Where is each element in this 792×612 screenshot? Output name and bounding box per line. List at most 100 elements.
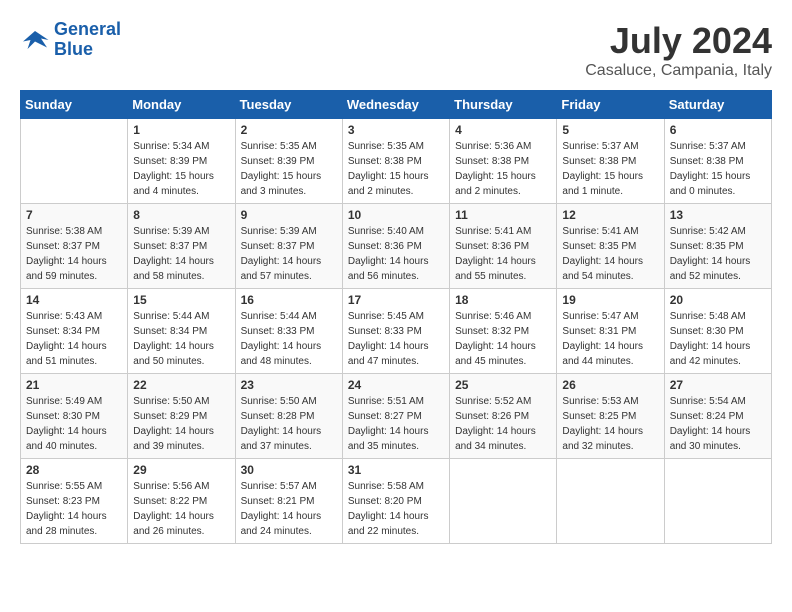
calendar-cell: 15 Sunrise: 5:44 AMSunset: 8:34 PMDayligh… <box>128 289 235 374</box>
day-info: Sunrise: 5:47 AMSunset: 8:31 PMDaylight:… <box>562 309 658 369</box>
calendar-cell: 20 Sunrise: 5:48 AMSunset: 8:30 PMDayligh… <box>664 289 771 374</box>
calendar-cell: 12 Sunrise: 5:41 AMSunset: 8:35 PMDayligh… <box>557 204 664 289</box>
day-number: 3 <box>348 123 444 137</box>
weekday-header: Thursday <box>450 91 557 119</box>
day-number: 13 <box>670 208 766 222</box>
day-number: 2 <box>241 123 337 137</box>
calendar-body: 1 Sunrise: 5:34 AMSunset: 8:39 PMDaylight… <box>21 119 772 544</box>
day-number: 18 <box>455 293 551 307</box>
calendar-cell: 10Sunrise: 5:40 AMSunset: 8:36 PMDayligh… <box>342 204 449 289</box>
calendar-cell: 9 Sunrise: 5:39 AMSunset: 8:37 PMDaylight… <box>235 204 342 289</box>
day-info: Sunrise: 5:41 AMSunset: 8:35 PMDaylight:… <box>562 224 658 284</box>
day-info: Sunrise: 5:43 AMSunset: 8:34 PMDaylight:… <box>26 309 122 369</box>
calendar-cell: 23 Sunrise: 5:50 AMSunset: 8:28 PMDayligh… <box>235 374 342 459</box>
calendar-cell: 2 Sunrise: 5:35 AMSunset: 8:39 PMDaylight… <box>235 119 342 204</box>
day-number: 11 <box>455 208 551 222</box>
calendar-week-row: 28 Sunrise: 5:55 AMSunset: 8:23 PMDayligh… <box>21 459 772 544</box>
day-number: 29 <box>133 463 229 477</box>
day-info: Sunrise: 5:42 AMSunset: 8:35 PMDaylight:… <box>670 224 766 284</box>
logo-text: General Blue <box>54 20 121 60</box>
day-info: Sunrise: 5:36 AMSunset: 8:38 PMDaylight:… <box>455 139 551 199</box>
day-number: 20 <box>670 293 766 307</box>
day-number: 15 <box>133 293 229 307</box>
calendar-cell: 1 Sunrise: 5:34 AMSunset: 8:39 PMDaylight… <box>128 119 235 204</box>
day-info: Sunrise: 5:35 AMSunset: 8:39 PMDaylight:… <box>241 139 337 199</box>
day-info: Sunrise: 5:44 AMSunset: 8:34 PMDaylight:… <box>133 309 229 369</box>
day-info: Sunrise: 5:37 AMSunset: 8:38 PMDaylight:… <box>670 139 766 199</box>
weekday-header: Friday <box>557 91 664 119</box>
weekday-header: Wednesday <box>342 91 449 119</box>
day-number: 12 <box>562 208 658 222</box>
calendar-cell: 11 Sunrise: 5:41 AMSunset: 8:36 PMDayligh… <box>450 204 557 289</box>
calendar-cell: 16Sunrise: 5:44 AMSunset: 8:33 PMDayligh… <box>235 289 342 374</box>
calendar-week-row: 21Sunrise: 5:49 AMSunset: 8:30 PMDayligh… <box>21 374 772 459</box>
page-header: General Blue July 2024 Casaluce, Campani… <box>20 20 772 80</box>
day-number: 23 <box>241 378 337 392</box>
calendar-cell: 27 Sunrise: 5:54 AMSunset: 8:24 PMDayligh… <box>664 374 771 459</box>
calendar-cell <box>557 459 664 544</box>
day-number: 25 <box>455 378 551 392</box>
calendar-cell: 17 Sunrise: 5:45 AMSunset: 8:33 PMDayligh… <box>342 289 449 374</box>
calendar-cell: 21Sunrise: 5:49 AMSunset: 8:30 PMDayligh… <box>21 374 128 459</box>
calendar-cell: 5 Sunrise: 5:37 AMSunset: 8:38 PMDaylight… <box>557 119 664 204</box>
day-number: 8 <box>133 208 229 222</box>
day-info: Sunrise: 5:40 AMSunset: 8:36 PMDaylight:… <box>348 224 444 284</box>
calendar-cell: 7 Sunrise: 5:38 AMSunset: 8:37 PMDaylight… <box>21 204 128 289</box>
day-info: Sunrise: 5:53 AMSunset: 8:25 PMDaylight:… <box>562 394 658 454</box>
calendar-cell: 30Sunrise: 5:57 AMSunset: 8:21 PMDayligh… <box>235 459 342 544</box>
day-info: Sunrise: 5:51 AMSunset: 8:27 PMDaylight:… <box>348 394 444 454</box>
day-info: Sunrise: 5:50 AMSunset: 8:28 PMDaylight:… <box>241 394 337 454</box>
calendar-cell: 14 Sunrise: 5:43 AMSunset: 8:34 PMDayligh… <box>21 289 128 374</box>
calendar-cell <box>450 459 557 544</box>
day-number: 16 <box>241 293 337 307</box>
day-info: Sunrise: 5:54 AMSunset: 8:24 PMDaylight:… <box>670 394 766 454</box>
day-info: Sunrise: 5:45 AMSunset: 8:33 PMDaylight:… <box>348 309 444 369</box>
day-info: Sunrise: 5:55 AMSunset: 8:23 PMDaylight:… <box>26 479 122 539</box>
day-number: 22 <box>133 378 229 392</box>
calendar-week-row: 1 Sunrise: 5:34 AMSunset: 8:39 PMDaylight… <box>21 119 772 204</box>
calendar-cell: 4Sunrise: 5:36 AMSunset: 8:38 PMDaylight… <box>450 119 557 204</box>
day-info: Sunrise: 5:58 AMSunset: 8:20 PMDaylight:… <box>348 479 444 539</box>
calendar-table: SundayMondayTuesdayWednesdayThursdayFrid… <box>20 90 772 544</box>
location-label: Casaluce, Campania, Italy <box>585 62 772 80</box>
day-info: Sunrise: 5:38 AMSunset: 8:37 PMDaylight:… <box>26 224 122 284</box>
day-info: Sunrise: 5:48 AMSunset: 8:30 PMDaylight:… <box>670 309 766 369</box>
weekday-header-row: SundayMondayTuesdayWednesdayThursdayFrid… <box>21 91 772 119</box>
calendar-cell: 13 Sunrise: 5:42 AMSunset: 8:35 PMDayligh… <box>664 204 771 289</box>
day-info: Sunrise: 5:34 AMSunset: 8:39 PMDaylight:… <box>133 139 229 199</box>
calendar-cell: 19 Sunrise: 5:47 AMSunset: 8:31 PMDayligh… <box>557 289 664 374</box>
logo-icon <box>20 25 50 55</box>
day-info: Sunrise: 5:37 AMSunset: 8:38 PMDaylight:… <box>562 139 658 199</box>
title-block: July 2024 Casaluce, Campania, Italy <box>585 20 772 80</box>
calendar-cell: 25 Sunrise: 5:52 AMSunset: 8:26 PMDayligh… <box>450 374 557 459</box>
day-info: Sunrise: 5:46 AMSunset: 8:32 PMDaylight:… <box>455 309 551 369</box>
day-number: 9 <box>241 208 337 222</box>
day-info: Sunrise: 5:41 AMSunset: 8:36 PMDaylight:… <box>455 224 551 284</box>
day-number: 7 <box>26 208 122 222</box>
day-info: Sunrise: 5:52 AMSunset: 8:26 PMDaylight:… <box>455 394 551 454</box>
day-number: 19 <box>562 293 658 307</box>
day-number: 27 <box>670 378 766 392</box>
calendar-cell: 3Sunrise: 5:35 AMSunset: 8:38 PMDaylight… <box>342 119 449 204</box>
calendar-cell: 18 Sunrise: 5:46 AMSunset: 8:32 PMDayligh… <box>450 289 557 374</box>
day-number: 14 <box>26 293 122 307</box>
day-number: 17 <box>348 293 444 307</box>
calendar-cell: 22 Sunrise: 5:50 AMSunset: 8:29 PMDayligh… <box>128 374 235 459</box>
logo: General Blue <box>20 20 121 60</box>
day-info: Sunrise: 5:56 AMSunset: 8:22 PMDaylight:… <box>133 479 229 539</box>
calendar-week-row: 7 Sunrise: 5:38 AMSunset: 8:37 PMDaylight… <box>21 204 772 289</box>
calendar-cell: 31 Sunrise: 5:58 AMSunset: 8:20 PMDayligh… <box>342 459 449 544</box>
day-number: 5 <box>562 123 658 137</box>
day-number: 30 <box>241 463 337 477</box>
weekday-header: Saturday <box>664 91 771 119</box>
day-number: 1 <box>133 123 229 137</box>
day-info: Sunrise: 5:39 AMSunset: 8:37 PMDaylight:… <box>241 224 337 284</box>
day-number: 24 <box>348 378 444 392</box>
day-number: 26 <box>562 378 658 392</box>
day-info: Sunrise: 5:50 AMSunset: 8:29 PMDaylight:… <box>133 394 229 454</box>
weekday-header: Sunday <box>21 91 128 119</box>
calendar-cell <box>21 119 128 204</box>
day-number: 28 <box>26 463 122 477</box>
day-number: 21 <box>26 378 122 392</box>
day-number: 31 <box>348 463 444 477</box>
